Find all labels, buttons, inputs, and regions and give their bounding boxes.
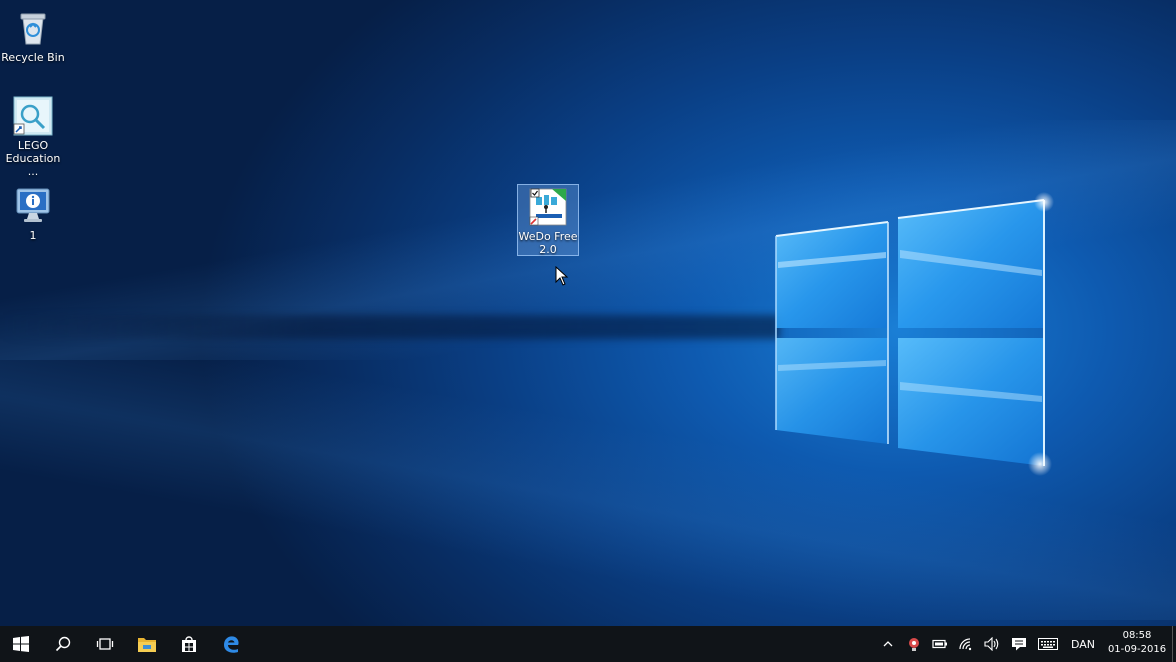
file-explorer-icon bbox=[138, 638, 156, 652]
clock-date: 01-09-2016 bbox=[1107, 644, 1167, 655]
input-language-button[interactable]: DAN bbox=[1066, 626, 1100, 662]
system-tray: DAN 08:58 01-09-2016 bbox=[876, 626, 1176, 662]
show-desktop-button[interactable] bbox=[1172, 626, 1176, 662]
info-monitor-icon bbox=[13, 186, 53, 226]
battery-icon bbox=[932, 639, 947, 649]
action-center-button[interactable] bbox=[1006, 626, 1032, 662]
edge-browser-button[interactable] bbox=[210, 626, 252, 662]
speaker-icon bbox=[984, 637, 999, 651]
file-explorer-button[interactable] bbox=[126, 626, 168, 662]
chevron-up-icon bbox=[883, 641, 893, 647]
touch-keyboard-button[interactable] bbox=[1034, 626, 1062, 662]
wedo-app-icon bbox=[528, 187, 568, 227]
desktop[interactable]: Recycle Bin LEGO Education ... 1 WeDo Fr… bbox=[0, 0, 1176, 662]
search-icon bbox=[55, 636, 71, 652]
desktop-icon-label: LEGO Education ... bbox=[5, 139, 61, 178]
keyboard-icon bbox=[1038, 638, 1058, 650]
clock-button[interactable]: 08:58 01-09-2016 bbox=[1102, 626, 1172, 662]
clock-time: 08:58 bbox=[1122, 630, 1152, 641]
desktop-icon-label: Recycle Bin bbox=[1, 51, 65, 64]
edge-icon bbox=[224, 636, 239, 653]
desktop-icon-wedo-free[interactable]: WeDo Free 2.0 bbox=[517, 184, 579, 256]
start-button[interactable] bbox=[0, 626, 42, 662]
desktop-icon-label: 1 bbox=[29, 229, 37, 242]
desktop-icon-lego-education[interactable]: LEGO Education ... bbox=[0, 96, 66, 178]
battery-button[interactable] bbox=[928, 626, 952, 662]
desktop-icon-1[interactable]: 1 bbox=[0, 186, 66, 242]
store-button[interactable] bbox=[168, 626, 210, 662]
volume-button[interactable] bbox=[980, 626, 1004, 662]
windows-start-icon bbox=[13, 636, 29, 652]
network-button[interactable] bbox=[954, 626, 978, 662]
clock: 08:58 01-09-2016 bbox=[1107, 629, 1167, 657]
tray-app-icon bbox=[909, 638, 919, 651]
search-button[interactable] bbox=[42, 626, 84, 662]
mouse-cursor-icon bbox=[555, 266, 569, 286]
desktop-icon-recycle-bin[interactable]: Recycle Bin bbox=[0, 8, 66, 64]
shadow-band bbox=[0, 315, 780, 339]
light-beam-lower bbox=[0, 360, 1176, 620]
taskbar: DAN 08:58 01-09-2016 bbox=[0, 626, 1176, 662]
tray-app-button[interactable] bbox=[902, 626, 926, 662]
desktop-icon-label: WeDo Free 2.0 bbox=[518, 230, 578, 256]
wifi-icon bbox=[959, 638, 972, 651]
notification-icon bbox=[1012, 638, 1026, 651]
store-icon bbox=[182, 636, 196, 652]
show-hidden-icons-button[interactable] bbox=[876, 626, 900, 662]
task-view-button[interactable] bbox=[84, 626, 126, 662]
recycle-bin-icon bbox=[13, 8, 53, 48]
lego-education-icon bbox=[13, 96, 53, 136]
task-view-icon bbox=[96, 638, 114, 650]
